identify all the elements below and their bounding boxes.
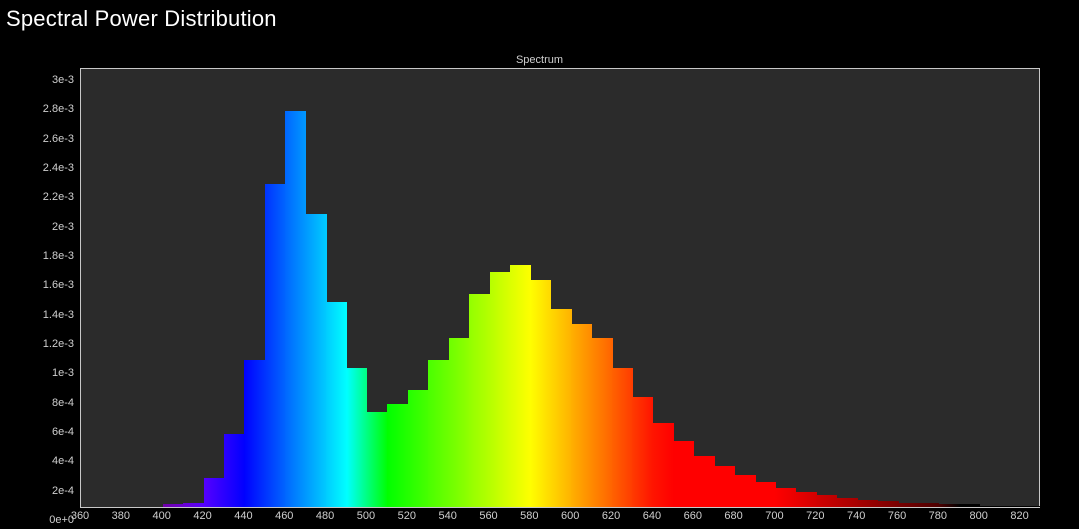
x-tick-label: 420 bbox=[193, 510, 211, 522]
x-tick-label: 400 bbox=[153, 510, 171, 522]
x-tick-label: 640 bbox=[643, 510, 661, 522]
x-tick-label: 440 bbox=[234, 510, 252, 522]
x-tick-label: 720 bbox=[806, 510, 824, 522]
x-tick-label: 600 bbox=[561, 510, 579, 522]
x-tick-label: 620 bbox=[602, 510, 620, 522]
x-tick-label: 660 bbox=[684, 510, 702, 522]
x-tick-label: 380 bbox=[112, 510, 130, 522]
y-tick-label: 2.6e-3 bbox=[0, 133, 74, 145]
x-tick-label: 760 bbox=[888, 510, 906, 522]
x-tick-label: 360 bbox=[71, 510, 89, 522]
spectrum-bar bbox=[510, 265, 531, 507]
x-tick-label: 520 bbox=[398, 510, 416, 522]
y-tick-label: 1.2e-3 bbox=[0, 338, 74, 350]
x-tick-label: 700 bbox=[765, 510, 783, 522]
y-tick-label: 2e-3 bbox=[0, 221, 74, 233]
spectrum-bar bbox=[306, 214, 327, 507]
y-tick-label: 2.4e-3 bbox=[0, 162, 74, 174]
x-tick-label: 800 bbox=[970, 510, 988, 522]
spectrum-bar bbox=[387, 404, 408, 507]
spectrum-bar bbox=[347, 368, 368, 507]
y-tick-label: 0e+0 bbox=[0, 514, 74, 526]
spectrum-bar bbox=[244, 360, 265, 507]
page-title: Spectral Power Distribution bbox=[0, 0, 1079, 32]
spectrum-bar bbox=[265, 184, 286, 507]
spectrum-bar bbox=[878, 501, 899, 507]
spectrum-bar bbox=[592, 338, 613, 507]
spectrum-bar bbox=[204, 478, 225, 507]
spectrum-bar bbox=[857, 500, 878, 507]
spectrum-bar bbox=[1000, 506, 1021, 507]
spectrum-bar bbox=[408, 390, 429, 507]
spectrum-bar bbox=[285, 111, 306, 507]
y-tick-label: 1.4e-3 bbox=[0, 309, 74, 321]
spectrum-bar bbox=[694, 456, 715, 507]
spectrum-bar bbox=[449, 338, 470, 507]
plot-area bbox=[80, 68, 1040, 508]
spectrum-bar bbox=[367, 412, 388, 507]
spectrum-bar bbox=[755, 482, 776, 507]
spectrum-bar bbox=[1021, 506, 1042, 507]
y-tick-label: 1.8e-3 bbox=[0, 250, 74, 262]
spectrum-bar bbox=[816, 495, 837, 507]
spectrum-bar bbox=[673, 441, 694, 507]
x-tick-label: 460 bbox=[275, 510, 293, 522]
spectrum-bar bbox=[469, 294, 490, 507]
y-tick-label: 1e-3 bbox=[0, 367, 74, 379]
spectrum-bar bbox=[939, 504, 960, 507]
spectrum-bar bbox=[530, 280, 551, 507]
spectrum-chart: Spectrum 0e+0 2e-4 4e-4 6e-4 8e-4 1e-3 1.2e-3 1… bbox=[0, 40, 1079, 529]
y-tick-label: 4e-4 bbox=[0, 455, 74, 467]
spectrum-bar bbox=[163, 504, 184, 507]
spectrum-bar bbox=[326, 302, 347, 507]
y-tick-label: 1.6e-3 bbox=[0, 279, 74, 291]
spectrum-bar bbox=[775, 488, 796, 507]
spectrum-bar bbox=[183, 503, 204, 507]
x-tick-label: 780 bbox=[929, 510, 947, 522]
x-tick-label: 580 bbox=[520, 510, 538, 522]
spectrum-bar bbox=[490, 272, 511, 507]
spectrum-bar bbox=[918, 503, 939, 507]
y-tick-label: 3e-3 bbox=[0, 74, 74, 86]
y-tick-label: 2e-4 bbox=[0, 485, 74, 497]
y-tick-label: 8e-4 bbox=[0, 397, 74, 409]
y-tick-label: 2.2e-3 bbox=[0, 191, 74, 203]
spectrum-bar bbox=[632, 397, 653, 507]
spectrum-bar bbox=[428, 360, 449, 507]
spectrum-bar bbox=[898, 503, 919, 507]
spectrum-bar bbox=[612, 368, 633, 507]
x-tick-label: 680 bbox=[724, 510, 742, 522]
x-tick-label: 560 bbox=[479, 510, 497, 522]
spectrum-bar bbox=[735, 475, 756, 507]
spectrum-bar bbox=[653, 423, 674, 507]
spectrum-bar bbox=[714, 466, 735, 507]
x-tick-label: 820 bbox=[1010, 510, 1028, 522]
spectrum-bar bbox=[837, 498, 858, 507]
x-tick-label: 480 bbox=[316, 510, 334, 522]
x-tick-label: 540 bbox=[438, 510, 456, 522]
x-tick-label: 740 bbox=[847, 510, 865, 522]
chart-title: Spectrum bbox=[0, 54, 1079, 66]
y-tick-label: 6e-4 bbox=[0, 426, 74, 438]
spectrum-bar bbox=[959, 504, 980, 507]
chart-bars bbox=[81, 69, 1039, 507]
y-tick-label: 2.8e-3 bbox=[0, 103, 74, 115]
x-tick-label: 500 bbox=[357, 510, 375, 522]
spectrum-bar bbox=[224, 434, 245, 507]
spectrum-bar bbox=[796, 492, 817, 507]
spectrum-bar bbox=[980, 506, 1001, 507]
spectrum-bar bbox=[571, 324, 592, 507]
spectrum-bar bbox=[551, 309, 572, 507]
